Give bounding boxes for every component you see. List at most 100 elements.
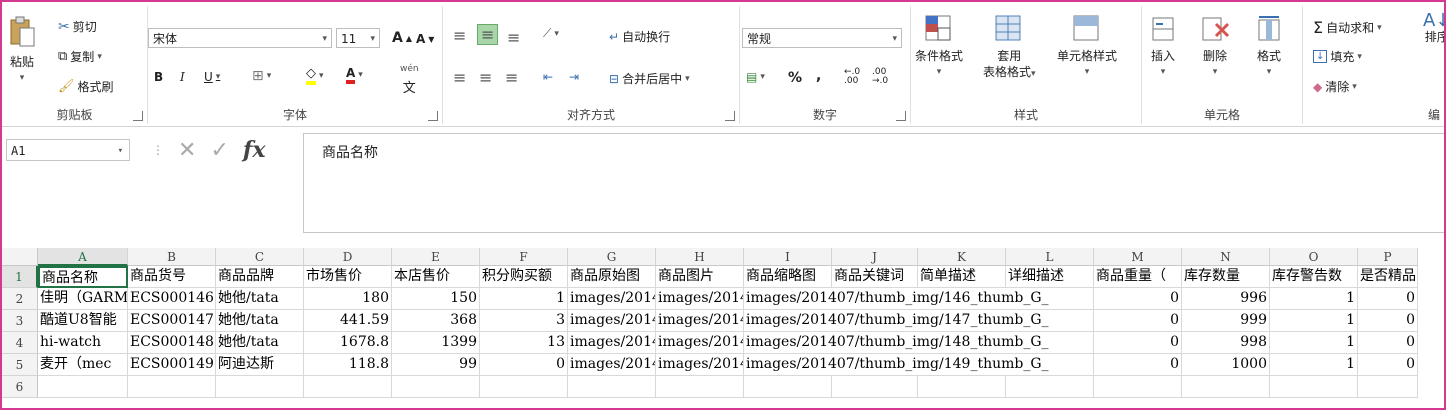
cell-h6[interactable] xyxy=(656,376,744,398)
cell-c3[interactable]: 她他/tata xyxy=(216,310,304,332)
cell-k1[interactable]: 简单描述 xyxy=(918,266,1006,288)
cell-p6[interactable] xyxy=(1358,376,1418,398)
cell-n1[interactable]: 库存数量 xyxy=(1182,266,1270,288)
cell-o5[interactable]: 1 xyxy=(1270,354,1358,376)
orientation-button[interactable]: ⟋ ▾ xyxy=(543,26,559,41)
cell-i5[interactable]: images/201407/thumb_img/149_thumb_G_ xyxy=(744,354,1094,376)
column-header-o[interactable]: O xyxy=(1270,248,1358,266)
cell-i1[interactable]: 商品缩略图 xyxy=(744,266,832,288)
borders-button[interactable]: ⊞ ▾ xyxy=(252,68,271,84)
comma-button[interactable]: , xyxy=(816,68,821,84)
cell-h2[interactable]: images/201407/ xyxy=(656,288,744,310)
cell-m5[interactable]: 0 xyxy=(1094,354,1182,376)
merge-center-button[interactable]: ⊟ 合并后居中 ▾ xyxy=(609,70,690,87)
cell-a5[interactable]: 麦开（mec xyxy=(38,354,128,376)
cell-g4[interactable]: images/201407/ xyxy=(568,332,656,354)
delete-cells-button[interactable]: 删除 ▾ xyxy=(1200,14,1230,79)
cell-d5[interactable]: 118.8 xyxy=(304,354,392,376)
align-right-button[interactable]: ≡ xyxy=(505,68,518,87)
column-header-n[interactable]: N xyxy=(1182,248,1270,266)
cell-c5[interactable]: 阿迪达斯 xyxy=(216,354,304,376)
column-header-b[interactable]: B xyxy=(128,248,216,266)
cell-a3[interactable]: 酷道U8智能 xyxy=(38,310,128,332)
cell-e1[interactable]: 本店售价 xyxy=(392,266,480,288)
cell-i4[interactable]: images/201407/thumb_img/148_thumb_G_ xyxy=(744,332,1094,354)
cell-h4[interactable]: images/201407/ xyxy=(656,332,744,354)
number-launcher-icon[interactable] xyxy=(896,111,906,121)
cell-a4[interactable]: hi-watch xyxy=(38,332,128,354)
cell-d6[interactable] xyxy=(304,376,392,398)
cell-m6[interactable] xyxy=(1094,376,1182,398)
cell-g5[interactable]: images/201407/ xyxy=(568,354,656,376)
cell-c1[interactable]: 商品品牌 xyxy=(216,266,304,288)
cell-b6[interactable] xyxy=(128,376,216,398)
phonetic-button[interactable]: wén 文 xyxy=(400,64,419,96)
cell-p2[interactable]: 0 xyxy=(1358,288,1418,310)
font-color-button[interactable]: A ▾ xyxy=(346,66,363,84)
cell-e5[interactable]: 99 xyxy=(392,354,480,376)
cell-i2[interactable]: images/201407/thumb_img/146_thumb_G_ xyxy=(744,288,1094,310)
cell-a1[interactable]: 商品名称 xyxy=(38,266,128,288)
row-header-3[interactable]: 3 xyxy=(2,310,38,332)
cell-d3[interactable]: 441.59 xyxy=(304,310,392,332)
cut-button[interactable]: ✂ 剪切 xyxy=(58,18,97,35)
format-cells-button[interactable]: 格式 ▾ xyxy=(1254,14,1284,79)
cell-f3[interactable]: 3 xyxy=(480,310,568,332)
cancel-icon[interactable]: ✕ xyxy=(178,138,196,163)
row-header-5[interactable]: 5 xyxy=(2,354,38,376)
clear-button[interactable]: ◆ 清除 ▾ xyxy=(1313,78,1357,95)
cell-n2[interactable]: 996 xyxy=(1182,288,1270,310)
paste-button[interactable]: 粘贴 ▾ xyxy=(8,16,36,85)
font-size-combobox[interactable]: 11 ▾ xyxy=(336,28,380,48)
increase-indent-button[interactable]: ⇥ xyxy=(569,70,579,84)
percent-button[interactable]: % xyxy=(788,70,802,86)
sort-filter-button[interactable]: A↓ 排序 xyxy=(1423,12,1444,45)
cell-m3[interactable]: 0 xyxy=(1094,310,1182,332)
cell-o6[interactable] xyxy=(1270,376,1358,398)
formula-input[interactable]: 商品名称 xyxy=(303,133,1444,233)
cell-f4[interactable]: 13 xyxy=(480,332,568,354)
cell-h1[interactable]: 商品图片 xyxy=(656,266,744,288)
decrease-decimal-button[interactable]: .00 →.0 xyxy=(872,68,888,86)
cell-a6[interactable] xyxy=(38,376,128,398)
cell-o4[interactable]: 1 xyxy=(1270,332,1358,354)
shrink-font-button[interactable]: A ▼ xyxy=(416,32,434,46)
cell-g3[interactable]: images/201407/ xyxy=(568,310,656,332)
column-header-g[interactable]: G xyxy=(568,248,656,266)
middle-align-button[interactable]: ≡ xyxy=(477,24,499,45)
cell-n5[interactable]: 1000 xyxy=(1182,354,1270,376)
row-header-1[interactable]: 1 xyxy=(2,266,38,288)
cell-n6[interactable] xyxy=(1182,376,1270,398)
column-header-c[interactable]: C xyxy=(216,248,304,266)
autosum-button[interactable]: Σ 自动求和 ▾ xyxy=(1313,18,1382,37)
cell-k6[interactable] xyxy=(918,376,1006,398)
cell-a2[interactable]: 佳明（GARMIN） xyxy=(38,288,128,310)
cell-e4[interactable]: 1399 xyxy=(392,332,480,354)
wrap-text-button[interactable]: ↵ 自动换行 xyxy=(609,28,670,45)
cell-styles-button[interactable]: 单元格样式 ▾ xyxy=(1057,14,1117,79)
column-header-k[interactable]: K xyxy=(918,248,1006,266)
bold-button[interactable]: B xyxy=(154,70,163,84)
cell-h5[interactable]: images/201407/ xyxy=(656,354,744,376)
cell-o3[interactable]: 1 xyxy=(1270,310,1358,332)
cell-b4[interactable]: ECS000148 xyxy=(128,332,216,354)
cell-o1[interactable]: 库存警告数 xyxy=(1270,266,1358,288)
cell-n4[interactable]: 998 xyxy=(1182,332,1270,354)
clipboard-launcher-icon[interactable] xyxy=(133,111,143,121)
cell-l6[interactable] xyxy=(1006,376,1094,398)
align-center-button[interactable]: ≡ xyxy=(479,68,492,87)
cell-f6[interactable] xyxy=(480,376,568,398)
bottom-align-button[interactable]: ≡ xyxy=(507,28,520,47)
cell-f2[interactable]: 1 xyxy=(480,288,568,310)
column-header-e[interactable]: E xyxy=(392,248,480,266)
row-header-2[interactable]: 2 xyxy=(2,288,38,310)
cell-d4[interactable]: 1678.8 xyxy=(304,332,392,354)
format-as-table-button[interactable]: 套用 表格格式▾ xyxy=(983,14,1036,81)
cell-c6[interactable] xyxy=(216,376,304,398)
column-header-i[interactable]: I xyxy=(744,248,832,266)
font-launcher-icon[interactable] xyxy=(428,111,438,121)
cell-m2[interactable]: 0 xyxy=(1094,288,1182,310)
top-align-button[interactable]: ≡ xyxy=(453,26,466,45)
increase-decimal-button[interactable]: ←.0 .00 xyxy=(844,68,860,86)
cell-p4[interactable]: 0 xyxy=(1358,332,1418,354)
